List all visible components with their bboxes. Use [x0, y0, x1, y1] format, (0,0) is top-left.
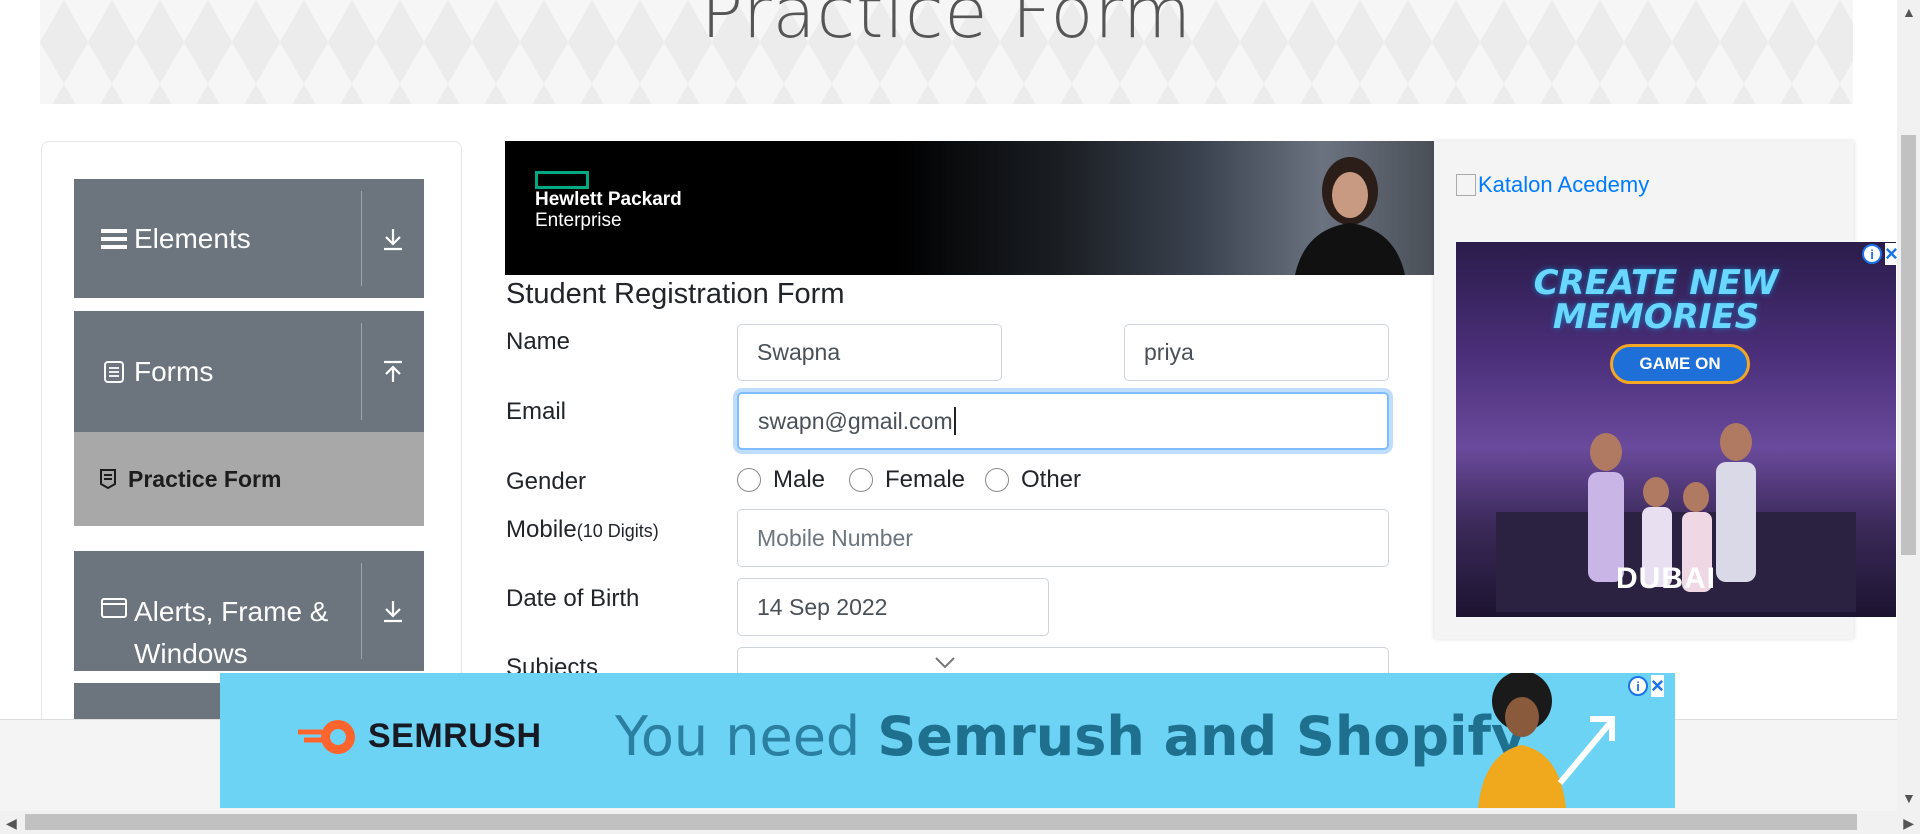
email-label: Email [506, 398, 567, 425]
game-on-button[interactable]: GAME ON [1610, 344, 1750, 384]
page-header-banner: Practice Form [40, 0, 1853, 104]
expand-arrow-icon[interactable] [362, 179, 424, 298]
semrush-logo: SEMRUSH [296, 717, 542, 756]
hamburger-icon [98, 227, 130, 251]
sidebar-group-forms[interactable]: Forms [74, 311, 424, 432]
mobile-label: Mobile(10 Digits) [506, 516, 659, 543]
ad-info-icon[interactable]: i [1628, 676, 1648, 696]
dubai-ad-banner[interactable]: CREATE NEW MEMORIES GAME ON DUBAI [1456, 242, 1896, 617]
radio-circle-icon [849, 468, 873, 492]
scroll-up-icon[interactable]: ▲ [1902, 4, 1916, 20]
radio-circle-icon [985, 468, 1009, 492]
mobile-hint: (10 Digits) [576, 521, 659, 541]
ad-headline-line2: MEMORIES [1552, 297, 1760, 337]
name-label: Name [506, 328, 571, 355]
sidebar-group-alerts[interactable]: Alerts, Frame & Windows [74, 551, 424, 671]
ad-close-icon[interactable]: × [1651, 675, 1664, 697]
semrush-ad-text: You need Semrush and Shopify [615, 705, 1527, 768]
hpe-brand-line2: Enterprise [535, 210, 622, 231]
semrush-ad-banner[interactable]: SEMRUSH You need Semrush and Shopify [220, 673, 1675, 808]
vertical-scroll-thumb[interactable] [1901, 135, 1916, 555]
ad-info-icon[interactable]: i [1862, 244, 1882, 264]
window-icon [98, 597, 130, 619]
date-of-birth-input[interactable]: 14 Sep 2022 [737, 578, 1049, 636]
chevron-down-icon[interactable] [934, 656, 956, 670]
last-name-input[interactable]: priya [1124, 324, 1389, 381]
scroll-left-icon[interactable]: ◀ [6, 815, 17, 832]
semrush-flame-icon [298, 719, 355, 754]
dob-label: Date of Birth [506, 585, 640, 612]
form-title: Student Registration Form [506, 278, 845, 310]
person-illustration [1295, 157, 1405, 275]
hpe-ad-banner[interactable]: Hewlett Packard Enterprise [505, 141, 1434, 275]
sidebar-item-label: Practice Form [128, 465, 282, 492]
mobile-input[interactable]: Mobile Number [737, 509, 1389, 567]
scroll-right-icon[interactable]: ▶ [1903, 815, 1914, 832]
horizontal-scroll-thumb[interactable] [25, 814, 1857, 830]
scroll-down-icon[interactable]: ▼ [1902, 790, 1916, 806]
sidebar-item-practice-form[interactable]: Practice Form [74, 432, 424, 526]
expand-arrow-icon[interactable] [362, 551, 424, 671]
katalon-ad-link[interactable]: Katalon Acedemy [1456, 172, 1649, 198]
gender-label: Gender [506, 468, 587, 495]
broken-image-icon [1456, 174, 1476, 196]
form-icon [96, 468, 120, 490]
person-illustration [1478, 673, 1615, 808]
horizontal-scrollbar[interactable]: ◀ ▶ [0, 811, 1920, 834]
text-cursor [953, 407, 956, 435]
hpe-brand-line1: Hewlett Packard [535, 189, 682, 210]
hpe-logo-icon [535, 171, 589, 189]
gender-radio-female[interactable]: Female [849, 466, 965, 494]
gender-radio-other[interactable]: Other [985, 466, 1081, 494]
radio-circle-icon [737, 468, 761, 492]
dubai-logo: DUBAI [1616, 562, 1716, 595]
first-name-input[interactable]: Swapna [737, 324, 1002, 381]
ad-headline-line1: CREATE NEW [1533, 263, 1779, 303]
document-icon [98, 360, 130, 384]
page-title: Practice Form [700, 0, 1193, 54]
ad-close-icon[interactable]: × [1885, 243, 1898, 265]
gender-radio-male[interactable]: Male [737, 466, 825, 494]
email-input[interactable]: swapn@gmail.com [737, 392, 1389, 450]
vertical-scrollbar[interactable]: ▲ ▼ [1897, 0, 1920, 811]
sidebar-group-elements[interactable]: Elements [74, 179, 424, 298]
collapse-arrow-icon[interactable] [362, 311, 424, 432]
